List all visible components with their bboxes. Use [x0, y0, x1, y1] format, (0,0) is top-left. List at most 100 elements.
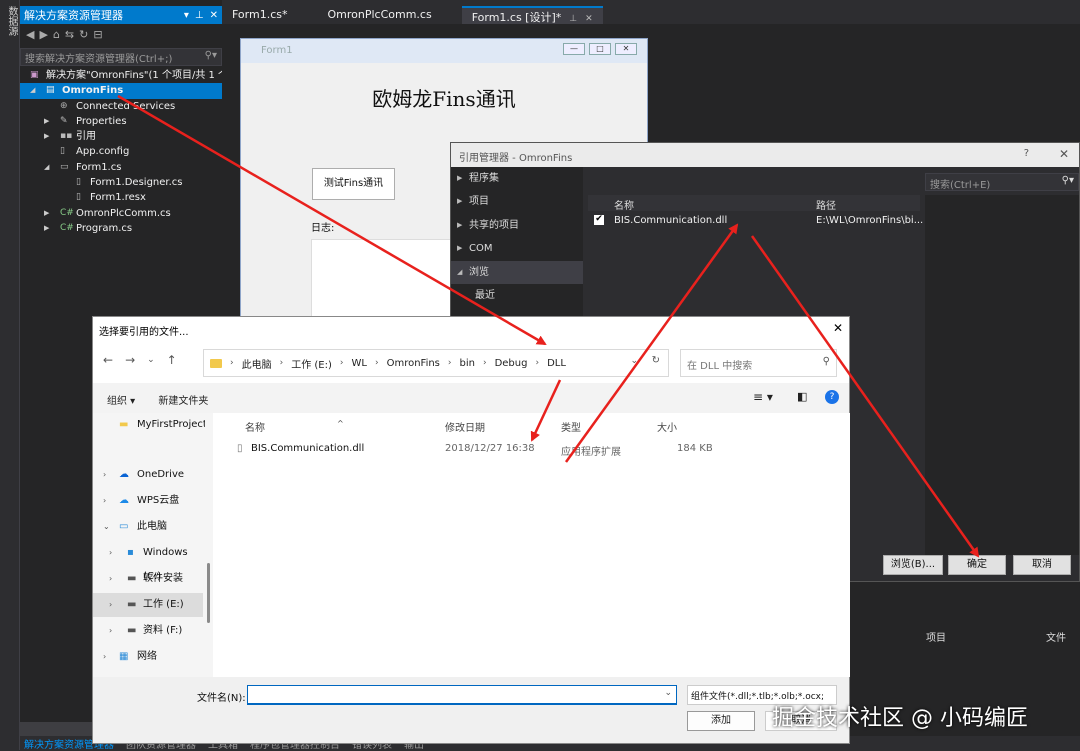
breadcrumb-item[interactable]: Debug: [495, 358, 528, 369]
tab-omronplccomm[interactable]: OmronPlcComm.cs: [317, 6, 441, 24]
solution-search-input[interactable]: 搜索解决方案资源管理器(Ctrl+;): [25, 50, 205, 65]
chevron-right-icon[interactable]: ›: [103, 645, 106, 669]
reference-row[interactable]: ✔ BIS.Communication.dll E:\WL\OmronFins\…: [588, 213, 923, 229]
sidebar-item-drive-d[interactable]: ›▬软件安装 (D:): [93, 567, 203, 608]
tree-item-connected-services[interactable]: ⊕ Connected Services: [20, 99, 222, 114]
nav-assemblies[interactable]: ▶ 程序集: [451, 167, 583, 190]
back-arrow-icon[interactable]: ←: [103, 353, 113, 373]
collapsed-icon[interactable]: ▶: [44, 221, 49, 236]
ok-button[interactable]: 确定: [948, 555, 1006, 575]
nav-browse[interactable]: ◢ 浏览: [451, 260, 583, 284]
dialog-search-input[interactable]: 在 DLL 中搜索: [687, 361, 752, 372]
chevron-down-icon[interactable]: ⌄: [664, 688, 672, 698]
nav-shared-projects[interactable]: ▶ 共享的项目: [451, 214, 583, 237]
search-icon[interactable]: ⚲▾: [1062, 175, 1074, 186]
breadcrumb-item[interactable]: OmronFins: [387, 358, 440, 369]
search-icon[interactable]: ⚲▾: [205, 50, 217, 64]
collapse-icon[interactable]: ⊟: [93, 28, 107, 41]
home-icon[interactable]: ⌂: [53, 28, 65, 41]
pin-icon[interactable]: ⊥: [569, 14, 577, 24]
tree-item-form1[interactable]: ◢ ▭ Form1.cs: [20, 160, 222, 175]
sidebar-item-onedrive[interactable]: › ☁ OneDrive: [93, 463, 203, 487]
preview-pane-icon[interactable]: ◧: [797, 390, 807, 403]
dialog-search-box[interactable]: 在 DLL 中搜索 ⚲: [680, 349, 837, 377]
collapsed-icon[interactable]: ▶: [44, 129, 49, 144]
add-button[interactable]: 添加: [687, 711, 755, 731]
cancel-button[interactable]: 取消: [1013, 555, 1071, 575]
column-path[interactable]: 路径: [816, 197, 836, 212]
refresh-icon[interactable]: ↻: [652, 355, 660, 366]
breadcrumb-item[interactable]: WL: [352, 358, 367, 369]
breadcrumb-item[interactable]: DLL: [547, 358, 566, 369]
collapsed-icon[interactable]: ▶: [44, 114, 49, 129]
breadcrumb-item[interactable]: bin: [460, 358, 475, 369]
sidebar-item-drive-f[interactable]: › ▬ 资料 (F:): [93, 619, 203, 643]
minimize-icon[interactable]: —: [563, 43, 585, 55]
chevron-down-icon[interactable]: ⌄: [103, 515, 110, 539]
back-icon[interactable]: ◀: [26, 28, 39, 41]
close-icon[interactable]: ✕: [833, 321, 843, 335]
log-textbox[interactable]: [311, 239, 461, 327]
tree-item-solution[interactable]: ▣ 解决方案"OmronFins"(1 个项目/共 1 个: [20, 68, 228, 83]
reference-checkbox[interactable]: ✔: [594, 215, 604, 225]
up-arrow-icon[interactable]: ↑: [167, 353, 177, 373]
scroll-thumb[interactable]: [207, 563, 210, 623]
chevron-right-icon[interactable]: ›: [103, 489, 106, 513]
sidebar-item-drive-e[interactable]: › ▬ 工作 (E:): [93, 593, 203, 617]
forward-icon[interactable]: ▶: [39, 28, 52, 41]
search-icon[interactable]: ⚲: [823, 356, 830, 367]
tree-item-program[interactable]: ▶ C# Program.cs: [20, 221, 222, 236]
tree-item-properties[interactable]: ▶ ✎ Properties: [20, 114, 222, 129]
reference-search-input[interactable]: 搜索(Ctrl+E): [930, 180, 990, 191]
sidebar-item-this-pc[interactable]: ⌄ ▭ 此电脑: [93, 515, 203, 539]
tab-form1-designer[interactable]: Form1.cs [设计]* ⊥ ✕: [461, 6, 603, 24]
dropdown-icon[interactable]: ▾: [184, 10, 189, 21]
browse-button[interactable]: 浏览(B)...: [883, 555, 943, 575]
nav-com[interactable]: ▶ COM: [451, 237, 583, 260]
filename-input[interactable]: ⌄: [247, 685, 677, 705]
breadcrumb-item[interactable]: 工作 (E:): [291, 356, 332, 371]
organize-button[interactable]: 组织 ▾: [107, 396, 135, 407]
chevron-right-icon[interactable]: ›: [109, 541, 112, 565]
close-icon[interactable]: ✕: [615, 43, 637, 55]
column-name[interactable]: 名称: [614, 197, 634, 212]
solution-search-box[interactable]: 搜索解决方案资源管理器(Ctrl+;) ⚲▾: [20, 48, 222, 66]
close-icon[interactable]: ✕: [585, 14, 593, 24]
chevron-right-icon[interactable]: ›: [109, 593, 112, 617]
breadcrumb-item[interactable]: 此电脑: [242, 356, 272, 371]
tree-item-form1-resx[interactable]: ▯ Form1.resx: [20, 190, 222, 205]
reference-search[interactable]: 搜索(Ctrl+E) ⚲▾: [925, 173, 1079, 191]
maximize-icon[interactable]: □: [589, 43, 611, 55]
close-icon[interactable]: ✕: [210, 10, 218, 21]
sidebar-item-drive-c[interactable]: › ▪ Windows (C:): [93, 541, 203, 582]
column-name[interactable]: 名称: [245, 419, 265, 434]
recent-dropdown-icon[interactable]: ⌄: [147, 353, 155, 373]
forward-arrow-icon[interactable]: →: [125, 353, 135, 373]
nav-projects[interactable]: ▶ 项目: [451, 190, 583, 213]
expand-icon[interactable]: ◢: [44, 160, 49, 175]
help-icon[interactable]: ?: [825, 390, 839, 404]
column-size[interactable]: 大小: [657, 419, 677, 434]
chevron-right-icon[interactable]: ›: [103, 463, 106, 487]
chevron-right-icon[interactable]: ›: [109, 567, 112, 591]
tree-item-omronplccomm[interactable]: ▶ C# OmronPlcComm.cs: [20, 206, 222, 221]
view-menu-icon[interactable]: ≡ ▾: [753, 390, 773, 404]
chevron-down-icon[interactable]: ⌄: [630, 356, 638, 366]
address-bar[interactable]: › 此电脑 › 工作 (E:) › WL › OmronFins › bin › Debu…: [203, 349, 669, 377]
close-icon[interactable]: ✕: [1059, 147, 1069, 161]
collapsed-icon[interactable]: ▶: [44, 206, 49, 221]
sidebar-item-myfirstproject[interactable]: ▬ MyFirstProject: [93, 413, 207, 437]
tree-item-app-config[interactable]: ▯ App.config: [20, 144, 222, 159]
datasource-tab[interactable]: 数据源: [4, 6, 19, 36]
help-icon[interactable]: ?: [1024, 148, 1029, 159]
column-date[interactable]: 修改日期: [445, 419, 485, 434]
column-type[interactable]: 类型: [561, 419, 581, 434]
chevron-right-icon[interactable]: ›: [109, 619, 112, 643]
pin-icon[interactable]: ⊥: [195, 10, 204, 21]
tree-item-references[interactable]: ▶ ▪▪ 引用: [20, 129, 222, 144]
nav-recent[interactable]: 最近: [451, 284, 583, 307]
navigation-scrollbar[interactable]: [205, 413, 213, 677]
tree-item-project[interactable]: ◢ ▤ OmronFins: [20, 83, 222, 99]
sidebar-item-wps[interactable]: › ☁ WPS云盘: [93, 489, 203, 513]
tab-form1-cs[interactable]: Form1.cs*: [222, 6, 297, 24]
